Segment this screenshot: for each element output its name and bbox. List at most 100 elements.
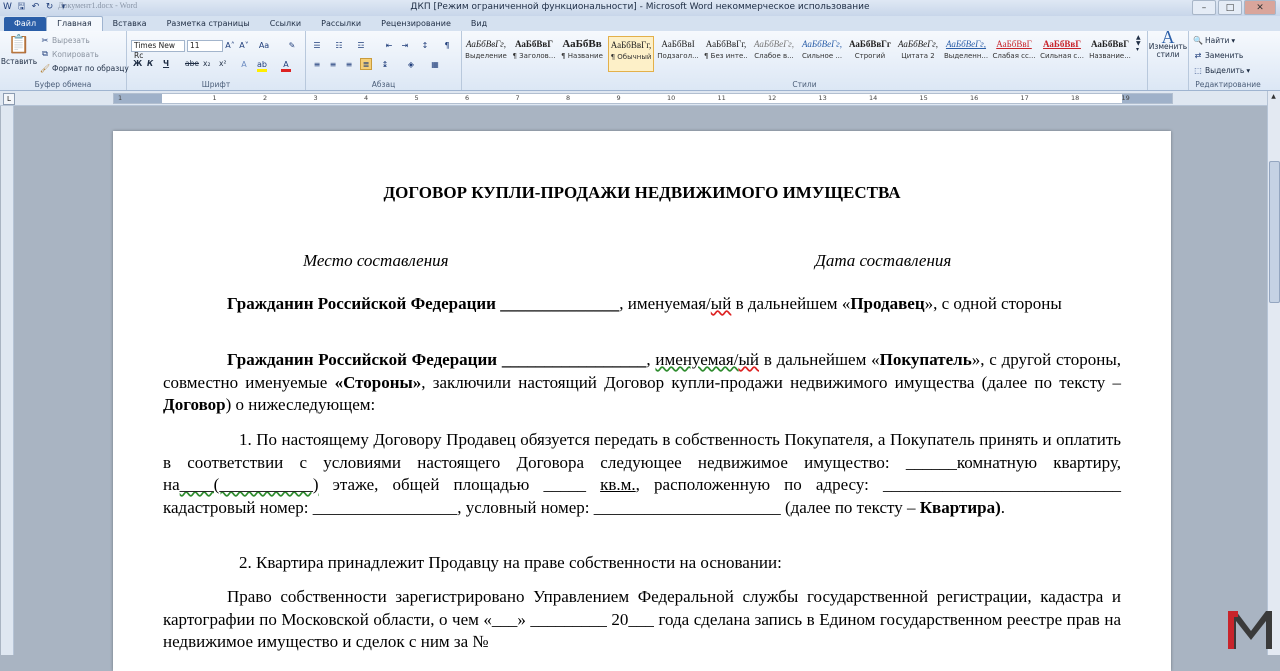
styles-label: Стили [792, 80, 817, 89]
tab-file[interactable]: Файл [4, 17, 47, 31]
show-marks-button[interactable]: ¶ [442, 40, 452, 50]
style-item[interactable]: АаБбВеГг, Сильное ... [800, 36, 844, 70]
line-spacing-button[interactable]: ↨ [380, 59, 390, 69]
strikethrough-button[interactable]: abe [185, 59, 199, 68]
font-color-icon: A [281, 59, 291, 72]
align-right-button[interactable]: ≡ [344, 59, 354, 69]
line-spacing-icon: ↨ [381, 59, 389, 69]
paste-button[interactable]: 📋 Вставить [1, 34, 37, 66]
brush-icon: 🖌 [39, 63, 51, 73]
style-item[interactable]: АаБбВв ¶ Название [560, 36, 604, 70]
format-painter-button[interactable]: 🖌 Формат по образцу [40, 63, 129, 73]
clear-format-button[interactable]: ✎ [287, 40, 297, 50]
style-item[interactable]: АаБбВвГ Название... [1088, 36, 1132, 70]
shading-button[interactable]: ◈ [406, 59, 416, 69]
align-center-button[interactable]: ≡ [328, 59, 338, 69]
font-size-combo[interactable]: 11 [187, 40, 223, 52]
clear-format-icon: ✎ [288, 40, 296, 50]
tab-mailings[interactable]: Рассылки [311, 17, 371, 31]
tab-page-layout[interactable]: Разметка страницы [157, 17, 260, 31]
editing-label: Редактирование [1195, 80, 1261, 89]
sort-button[interactable]: ↕ [420, 40, 430, 50]
bullets-icon: ☰ [313, 40, 321, 50]
numbering-icon: ☷ [335, 40, 343, 50]
style-name: Подзагол... [657, 52, 699, 60]
underline-button[interactable]: Ч [163, 59, 169, 68]
align-left-button[interactable]: ≡ [312, 59, 322, 69]
grow-font-button[interactable]: A˄ [225, 40, 235, 50]
change-styles-button[interactable]: A Изменить стили [1149, 27, 1187, 59]
style-item[interactable]: АаБбВеГг, Слабое в... [752, 36, 796, 70]
tab-home[interactable]: Главная [46, 16, 103, 31]
style-item[interactable]: АаБбВвГг, ¶ Без инте... [704, 36, 748, 70]
style-sample: АаБбВеГг, [945, 39, 987, 49]
style-sample: АаБбВвІ [661, 39, 695, 49]
tab-view[interactable]: Вид [461, 17, 497, 31]
vertical-scrollbar[interactable]: ▲ [1267, 91, 1280, 655]
change-styles-icon: A [1161, 27, 1175, 47]
select-button[interactable]: ⬚ Выделить ▾ [1193, 65, 1250, 75]
seller-text-1: , именуемая/ [619, 294, 711, 313]
tab-review[interactable]: Рецензирование [371, 17, 461, 31]
italic-button[interactable]: К [147, 59, 153, 68]
scroll-thumb[interactable] [1269, 161, 1280, 303]
contract-term: Договор [163, 395, 226, 414]
subscript-button[interactable]: x₂ [203, 59, 210, 68]
style-item[interactable]: АаБбВвІ Подзагол... [656, 36, 700, 70]
copy-icon: ⧉ [42, 49, 48, 58]
style-item[interactable]: АаБбВвГг, Выделение [464, 36, 508, 70]
document-page[interactable]: ДОГОВОР КУПЛИ-ПРОДАЖИ НЕДВИЖИМОГО ИМУЩЕС… [113, 131, 1171, 671]
styles-scroll[interactable]: ▲ ▼ ▾ [1136, 35, 1141, 53]
ruler-number: 4 [364, 94, 369, 102]
scroll-up-icon[interactable]: ▲ [1269, 93, 1278, 102]
multilevel-list-button[interactable]: ☲ [356, 40, 366, 50]
replace-button[interactable]: ⇄ Заменить [1193, 50, 1244, 60]
find-button[interactable]: 🔍 Найти ▾ [1193, 35, 1235, 45]
shrink-font-button[interactable]: A˅ [239, 40, 249, 50]
bold-button[interactable]: Ж [133, 59, 142, 68]
ruler-track[interactable]: 1 1 2 3 4 5 6 7 8 9 10 11 12 13 14 15 16 17 18 19 [113, 93, 1173, 104]
cut-button[interactable]: ✂ Вырезать [40, 35, 90, 45]
close-button[interactable]: ✕ [1244, 0, 1276, 15]
style-item[interactable]: АаБбВвГ ¶ Заголов... [512, 36, 556, 70]
seller-role: Продавец [850, 294, 925, 313]
buyer-role: Покупатель [879, 350, 972, 369]
highlight-button[interactable]: ab [257, 59, 267, 72]
tab-selector[interactable]: L [3, 93, 15, 105]
change-case-button[interactable]: Aa [259, 40, 269, 50]
styles-group: АаБбВвГг, Выделение АаБбВвГ ¶ Заголов... АаБ… [462, 31, 1148, 90]
style-item[interactable]: АаБбВвГг Строгий [848, 36, 892, 70]
style-sample: АаБбВвГг, [466, 39, 506, 49]
style-item[interactable]: АаБбВвГ Сильная с... [1040, 36, 1084, 70]
justify-icon: ≣ [362, 59, 370, 69]
increase-indent-button[interactable]: ⇥ [400, 40, 410, 50]
font-name-combo[interactable]: Times New Rc [131, 40, 185, 60]
style-item[interactable]: АаБбВвГ Слабая сс... [992, 36, 1036, 70]
text-effects-button[interactable]: A [239, 59, 249, 69]
maximize-button[interactable]: □ [1218, 0, 1242, 15]
style-item[interactable]: АаБбВвГг, ¶ Обычный [608, 36, 654, 72]
minimize-button[interactable]: – [1192, 0, 1216, 15]
style-item[interactable]: АаБбВеГг, Цитата 2 [896, 36, 940, 70]
numbering-button[interactable]: ☷ [334, 40, 344, 50]
tab-insert[interactable]: Вставка [103, 17, 157, 31]
superscript-button[interactable]: x² [219, 59, 226, 68]
buyer-blank: _________________ [501, 350, 647, 369]
borders-button[interactable]: ▦ [430, 59, 440, 69]
shrink-font-icon: A˅ [239, 40, 249, 50]
style-item[interactable]: АаБбВеГг, Выделенн... [944, 36, 988, 70]
justify-button[interactable]: ≣ [360, 58, 372, 70]
change-case-icon: Aa [258, 40, 270, 50]
style-name: Цитата 2 [901, 52, 935, 60]
bullets-button[interactable]: ☰ [312, 40, 322, 50]
style-name: Слабая сс... [992, 52, 1036, 60]
copy-button[interactable]: ⧉ Копировать [40, 49, 99, 59]
decrease-indent-button[interactable]: ⇤ [384, 40, 394, 50]
ruler-number: 19 [1121, 94, 1130, 102]
scissors-icon: ✂ [41, 35, 49, 45]
m-logo-icon [1228, 611, 1272, 649]
clipboard-label: Буфер обмена [34, 80, 92, 89]
style-sample: АаБбВвГ [996, 39, 1032, 49]
tab-references[interactable]: Ссылки [260, 17, 311, 31]
font-color-button[interactable]: A [281, 59, 291, 72]
